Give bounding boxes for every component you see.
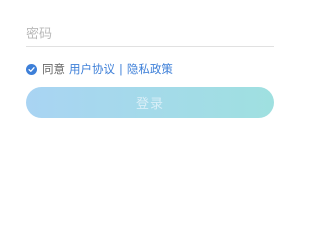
link-separator: |: [119, 62, 123, 76]
login-button[interactable]: 登录: [26, 87, 274, 118]
agreement-row: 同意 用户协议 | 隐私政策: [26, 61, 173, 77]
password-input[interactable]: [26, 22, 274, 47]
user-agreement-link[interactable]: 用户协议: [69, 61, 115, 77]
privacy-policy-link[interactable]: 隐私政策: [127, 61, 173, 77]
agree-label: 同意: [42, 62, 65, 76]
check-circle-icon[interactable]: [26, 63, 37, 75]
